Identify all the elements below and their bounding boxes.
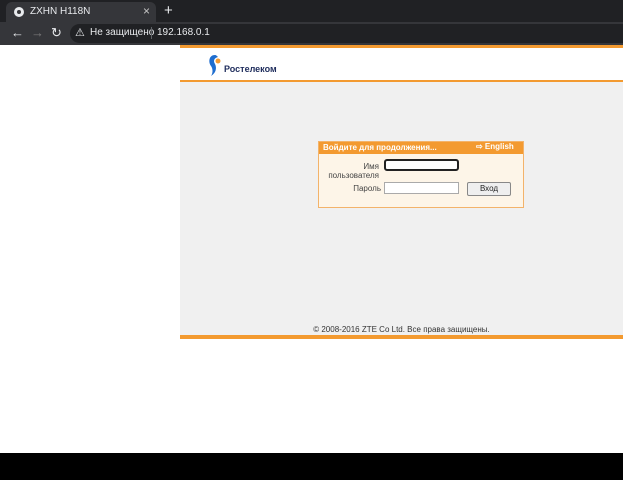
username-label: Имя пользователя: [328, 162, 379, 180]
login-panel: Войдите для продолжения... ⇨ English Имя…: [318, 141, 524, 208]
language-link[interactable]: ⇨ English: [476, 142, 514, 151]
close-tab-icon[interactable]: ×: [143, 4, 150, 18]
forward-icon[interactable]: →: [31, 25, 44, 40]
browser-tab[interactable]: ZXHN H118N ×: [6, 2, 156, 22]
warning-icon[interactable]: ⚠: [75, 26, 85, 39]
browser-toolbar: ← → ↻ ⚠ Не защищено 192.168.0.1: [0, 22, 623, 45]
bottom-accent-line: [180, 335, 623, 339]
top-accent-line: [180, 45, 623, 48]
divider: [151, 27, 152, 39]
security-status[interactable]: Не защищено: [90, 27, 154, 38]
login-panel-header: Войдите для продолжения... ⇨ English: [319, 142, 523, 154]
password-input[interactable]: [384, 182, 459, 194]
username-input[interactable]: [384, 159, 459, 171]
rostelecom-logo-icon: [209, 55, 221, 76]
tab-title: ZXHN H118N: [30, 6, 91, 17]
login-title: Войдите для продолжения...: [323, 143, 437, 152]
bottom-black-area: [0, 453, 623, 480]
password-label: Пароль: [353, 184, 381, 193]
page-viewport: Ростелеком Войдите для продолжения... ⇨ …: [0, 45, 623, 453]
router-page: Ростелеком Войдите для продолжения... ⇨ …: [180, 45, 623, 341]
tab-strip: ZXHN H118N × +: [0, 0, 623, 22]
new-tab-button[interactable]: +: [164, 2, 173, 19]
url-text[interactable]: 192.168.0.1: [157, 27, 210, 38]
globe-icon: [14, 7, 24, 17]
copyright-text: © 2008-2016 ZTE Co Ltd. Все права защище…: [313, 325, 490, 334]
back-icon[interactable]: ←: [11, 25, 24, 40]
brand-name: Ростелеком: [224, 64, 277, 74]
content-area: [180, 82, 623, 335]
login-button[interactable]: Вход: [467, 182, 511, 196]
address-bar[interactable]: ⚠ Не защищено 192.168.0.1: [70, 24, 623, 43]
reload-icon[interactable]: ↻: [51, 25, 62, 41]
